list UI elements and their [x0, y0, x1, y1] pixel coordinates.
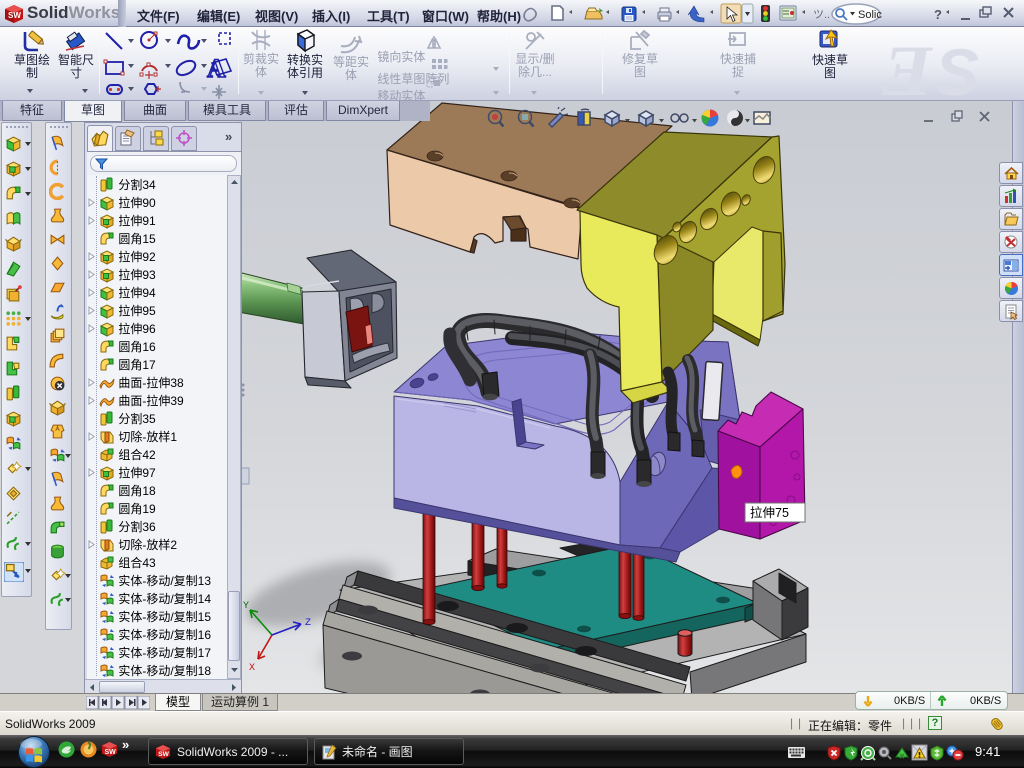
svg-text:ツ..: ツ..	[813, 9, 830, 21]
svg-text:SW: SW	[158, 751, 169, 758]
svg-text:?: ?	[934, 7, 942, 22]
svg-text:SW: SW	[105, 749, 117, 756]
svg-text:SW: SW	[8, 11, 21, 20]
svg-text:拉伸75: 拉伸75	[750, 505, 789, 520]
svg-text:Solic: Solic	[858, 9, 882, 21]
svg-text:S: S	[935, 35, 979, 101]
svg-text:A: A	[207, 54, 226, 83]
svg-text:Ǝ: Ǝ	[882, 31, 934, 101]
svg-text:Z: Z	[305, 618, 311, 629]
svg-text:Y: Y	[243, 601, 249, 612]
svg-text:X: X	[249, 663, 255, 674]
